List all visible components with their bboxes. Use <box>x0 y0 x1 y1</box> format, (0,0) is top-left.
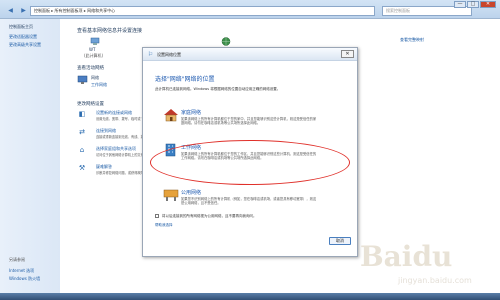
taskbar <box>0 293 500 300</box>
homegroup-icon: ⌂ <box>79 145 85 154</box>
sidebar-item-internet-options[interactable]: Internet 选项 <box>9 268 34 274</box>
home-network-option[interactable]: 家庭网络 <box>181 109 201 116</box>
public-network-desc: 如果您不识别网络上的所有计算机（例如，您在咖啡店或机场，或者您具有移动宽带），则… <box>181 197 317 206</box>
highlight-oval <box>150 140 350 185</box>
network-location-icon: ⚐ <box>147 51 154 58</box>
computer-sub: (此计算机) <box>84 53 104 58</box>
network-type-link[interactable]: 工作网络 <box>91 82 107 88</box>
public-network-option[interactable]: 公用网络 <box>181 189 201 196</box>
close-button[interactable]: ✕ <box>480 1 496 8</box>
address-bar[interactable]: 控制面板 ▸ 所有控制面板项 ▸ 网络和共享中心 <box>30 6 375 16</box>
watermark-text: Baidu <box>360 240 453 273</box>
treat-public-label: 将以后连接到的所有网络视为公用网络，且不要再向我询问。 <box>162 214 257 218</box>
left-pane: 控制面板主页 更改适配器设置 更改高级共享设置 另请参阅 Internet 选项… <box>0 19 60 300</box>
see-also-header: 另请参阅 <box>9 257 25 262</box>
computer-icon <box>90 37 100 46</box>
dialog-titlebar: ⚐ 设置网络位置 ✕ <box>143 48 357 61</box>
full-map-link[interactable]: 查看完整映射 <box>400 37 424 43</box>
public-network-icon <box>163 188 179 202</box>
watermark-sub: jingyan.baidu.com <box>398 276 472 285</box>
minimize-button[interactable]: — <box>454 1 466 8</box>
sidebar-item-firewall[interactable]: Windows 防火墙 <box>9 276 40 282</box>
computer-label: WT <box>89 47 96 52</box>
connect-network-icon: ⇄ <box>79 127 85 136</box>
sidebar-item-adapter[interactable]: 更改适配器设置 <box>9 34 37 40</box>
window-titlebar: ◀ ▶ 控制面板 ▸ 所有控制面板项 ▸ 网络和共享中心 搜索控制面板 — □ … <box>0 0 500 19</box>
network-icon <box>77 74 89 86</box>
active-networks-header: 查看活动网络 <box>77 66 104 71</box>
dialog-title: 设置网络位置 <box>157 52 181 57</box>
home-network-icon <box>163 108 178 122</box>
maximize-button[interactable]: □ <box>467 1 479 8</box>
troubleshoot-icon: ⚒ <box>78 163 86 172</box>
watermark-logo: Baidu <box>360 240 452 273</box>
treat-public-checkbox[interactable] <box>155 214 159 218</box>
new-connection-icon: ◧ <box>78 109 86 118</box>
sidebar-item-home[interactable]: 控制面板主页 <box>9 24 33 30</box>
dialog-intro: 此计算机已连接到网络。Windows 将根据网络的位置自动应用正确的网络设置。 <box>155 87 281 91</box>
home-network-desc: 如果该网络上的所有计算机都位于您的家中，并且您能够识别这些计算机，则这是受信任的… <box>181 117 317 126</box>
cancel-button[interactable]: 取消 <box>329 237 351 245</box>
forward-button[interactable]: ▶ <box>17 6 30 15</box>
window-controls: — □ ✕ <box>454 1 496 8</box>
globe-icon <box>220 37 232 46</box>
dialog-close-button[interactable]: ✕ <box>341 50 354 58</box>
page-title: 查看基本网络信息并设置连接 <box>77 28 143 34</box>
help-link[interactable]: 帮助我选择 <box>155 223 173 228</box>
sidebar-item-advanced-sharing[interactable]: 更改高级共享设置 <box>9 42 41 48</box>
back-button[interactable]: ◀ <box>4 6 17 15</box>
dialog-heading: 选择"网络"网络的位置 <box>155 76 215 83</box>
network-name: 网络 <box>91 75 99 80</box>
change-settings-header: 更改网络设置 <box>77 102 104 107</box>
